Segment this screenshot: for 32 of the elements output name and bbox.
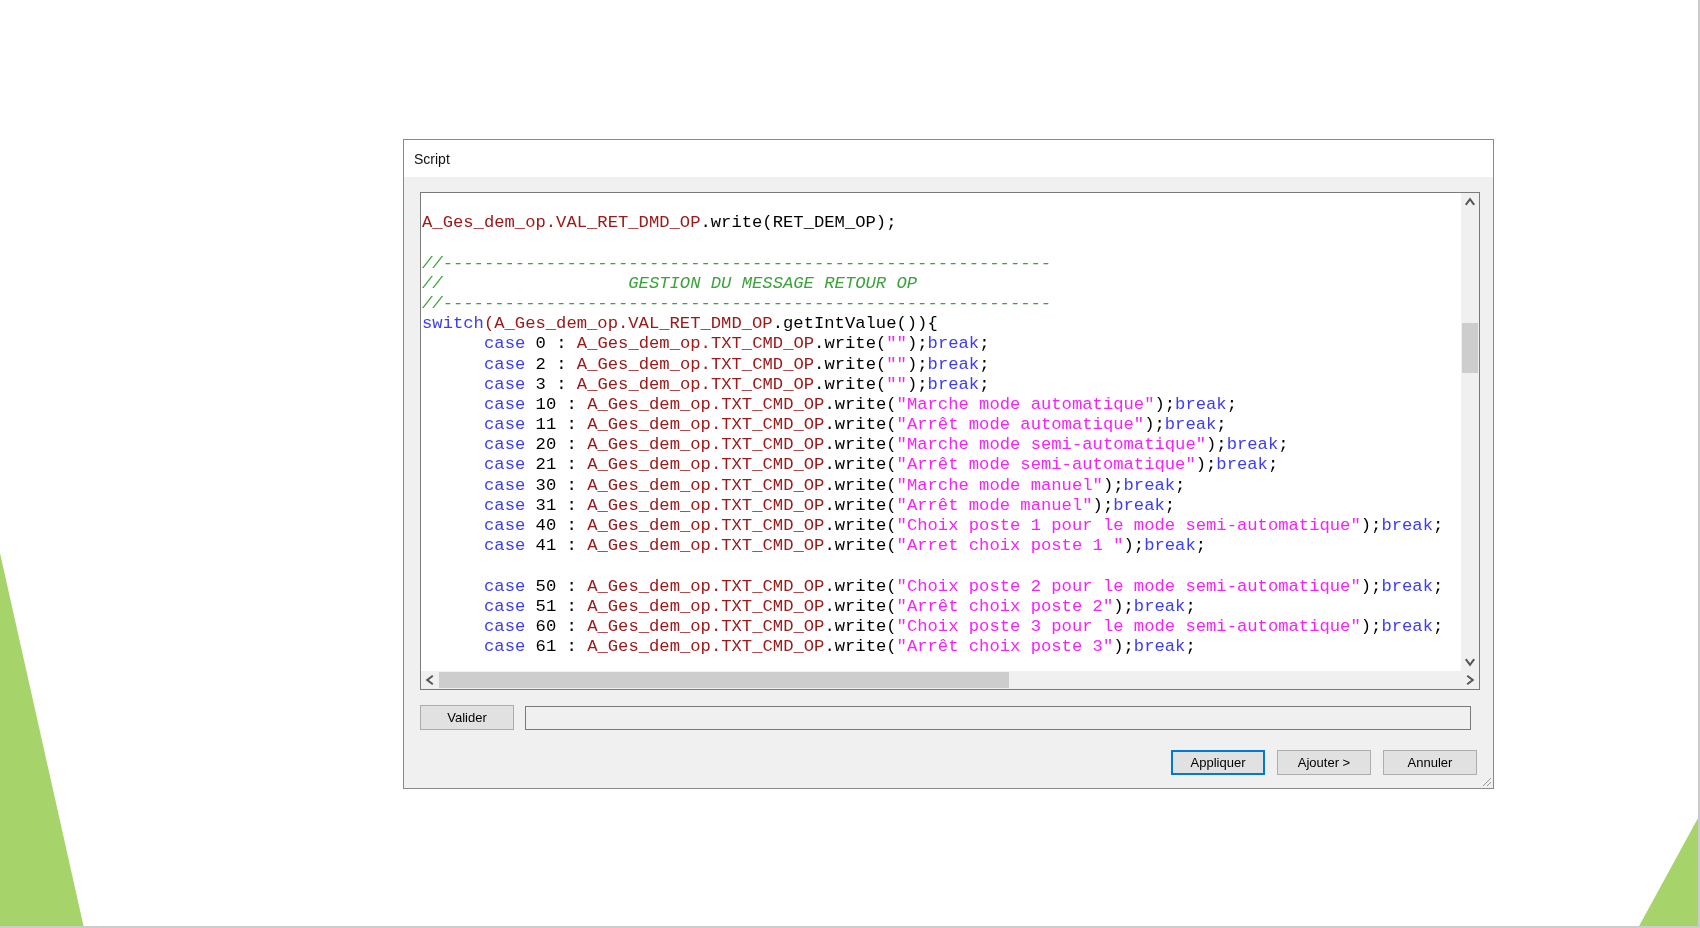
code-line: case 31 : A_Ges_dem_op.TXT_CMD_OP.write("Arrêt mode manuel");break; bbox=[484, 495, 1176, 516]
scrollbar-thumb[interactable] bbox=[439, 672, 1009, 688]
code-line: case 2 : A_Ges_dem_op.TXT_CMD_OP.write("");break; bbox=[484, 354, 990, 375]
code-line: case 3 : A_Ges_dem_op.TXT_CMD_OP.write("");break; bbox=[484, 374, 990, 395]
message-field[interactable] bbox=[525, 705, 1471, 730]
window-title: Script bbox=[414, 150, 450, 167]
code-editor[interactable] bbox=[420, 192, 1480, 690]
code-line: case 0 : A_Ges_dem_op.TXT_CMD_OP.write("");break; bbox=[484, 334, 990, 355]
scrollbar-thumb[interactable] bbox=[1462, 323, 1478, 373]
code-line: case 10 : A_Ges_dem_op.TXT_CMD_OP.write("Marche mode automatique");break; bbox=[484, 394, 1237, 416]
dialog-button[interactable]: Appliquer bbox=[1171, 750, 1265, 775]
dialog-button[interactable]: Annuler bbox=[1383, 750, 1477, 775]
dialog-button[interactable]: Ajouter > bbox=[1277, 750, 1371, 775]
code-line: //----------------------------------------------------------- bbox=[422, 293, 1052, 315]
code-line: case 60 : A_Ges_dem_op.TXT_CMD_OP.write("Choix poste 3 pour le mode semi-automatique");break; bbox=[484, 616, 1444, 638]
code-line: case 11 : A_Ges_dem_op.TXT_CMD_OP.write("Arrêt mode automatique");break; bbox=[484, 415, 1227, 436]
code-line: case 51 : A_Ges_dem_op.TXT_CMD_OP.write("Arrêt choix poste 2");break; bbox=[484, 596, 1196, 617]
vertical-scrollbar[interactable] bbox=[1461, 193, 1479, 671]
code-line: case 30 : A_Ges_dem_op.TXT_CMD_OP.write("Marche mode manuel");break; bbox=[484, 475, 1186, 496]
code-line: case 20 : A_Ges_dem_op.TXT_CMD_OP.write("Marche mode semi-automatique");break; bbox=[484, 435, 1289, 456]
code-line: //----------------------------------------------------------- bbox=[422, 253, 1052, 274]
code-line: case 21 : A_Ges_dem_op.TXT_CMD_OP.write("Arrêt mode semi-automatique");break; bbox=[484, 455, 1279, 476]
resize-grip-icon[interactable] bbox=[1480, 775, 1492, 787]
code-line: case 50 : A_Ges_dem_op.TXT_CMD_OP.write("Choix poste 2 pour le mode semi-automatique");break; bbox=[484, 576, 1444, 597]
horizontal-scrollbar[interactable] bbox=[421, 671, 1479, 689]
code-line: case 40 : A_Ges_dem_op.TXT_CMD_OP.write("Choix poste 1 pour le mode semi-automatique");break; bbox=[484, 516, 1444, 537]
code-line: // GESTION DU MESSAGE RETOUR OP bbox=[422, 273, 918, 294]
code-line: A_Ges_dem_op.VAL_RET_DMD_OP.write(RET_DEM_OP); bbox=[422, 213, 897, 234]
code-line: case 41 : A_Ges_dem_op.TXT_CMD_OP.write("Arret choix poste 1 ");break; bbox=[484, 536, 1207, 557]
code-line: switch(A_Ges_dem_op.VAL_RET_DMD_OP.getIntValue()){ bbox=[422, 314, 938, 335]
code-line: case 61 : A_Ges_dem_op.TXT_CMD_OP.write("Arrêt choix poste 3");break; bbox=[484, 637, 1196, 658]
validate-button[interactable]: Valider bbox=[420, 705, 514, 730]
